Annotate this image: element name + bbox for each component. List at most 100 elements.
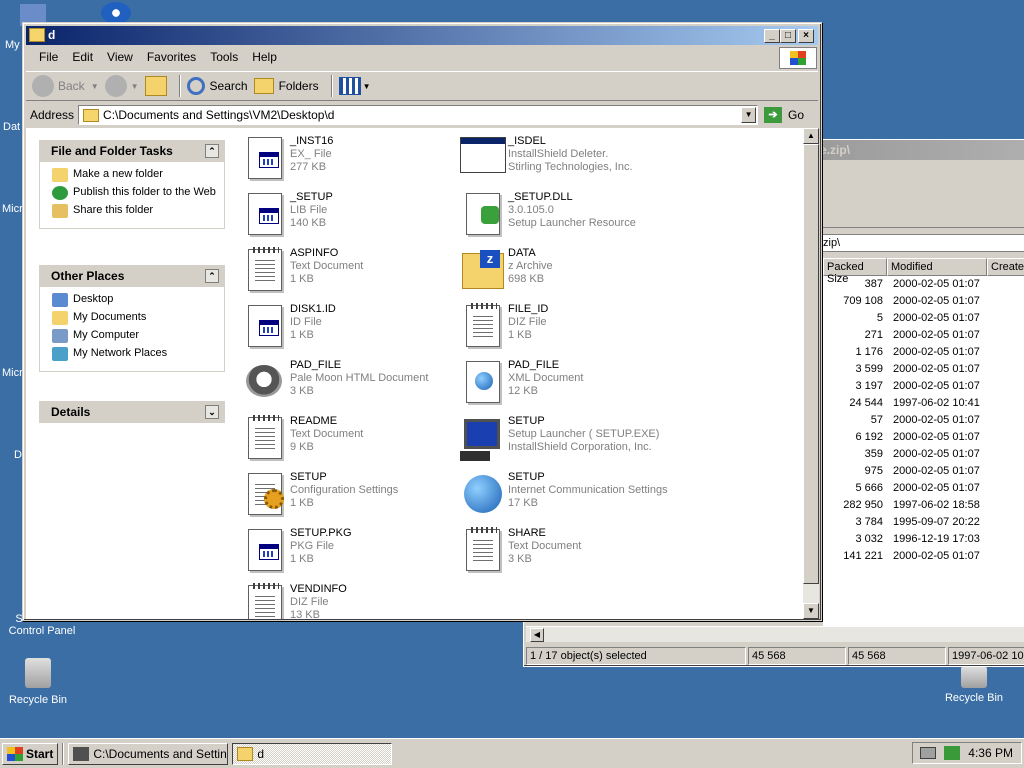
minimize-button[interactable]: _ [764, 29, 780, 43]
file-item[interactable]: README Text Document 9 KB [242, 415, 452, 469]
zip-table-row[interactable]: 3 032 1996-12-19 17:03 [823, 531, 1024, 548]
file-item[interactable]: DISK1.ID ID File 1 KB [242, 303, 452, 357]
desktop-edge-label-0[interactable]: My [5, 39, 20, 51]
modified-cell: 1997-06-02 18:58 [893, 499, 980, 511]
other-places-header[interactable]: Other Places ⌃ [39, 265, 225, 287]
views-dropdown-icon[interactable]: ▼ [363, 82, 371, 91]
expand-chevron-icon[interactable]: ⌄ [205, 405, 219, 419]
details-header[interactable]: Details ⌄ [39, 401, 225, 423]
file-folder-tasks-header[interactable]: File and Folder Tasks ⌃ [39, 140, 225, 162]
views-button[interactable]: ▼ [338, 77, 371, 95]
column-created[interactable]: Create [987, 258, 1024, 276]
keyboard-icon[interactable] [920, 747, 937, 759]
zip-table-row[interactable]: 271 2000-02-05 01:07 [823, 327, 1024, 344]
zip-table-row[interactable]: 282 950 1997-06-02 18:58 [823, 497, 1024, 514]
file-type: z Archive [508, 260, 553, 272]
file-type: Text Document [508, 540, 582, 552]
window-titlebar[interactable]: d _ □ × [26, 26, 818, 45]
zip-table-row[interactable]: 359 2000-02-05 01:07 [823, 446, 1024, 463]
file-item[interactable]: _SETUP LIB File 140 KB [242, 191, 452, 245]
go-button[interactable]: ➔ Go [764, 107, 804, 123]
column-modified[interactable]: Modified [887, 258, 987, 276]
zip-table-row[interactable]: 3 197 2000-02-05 01:07 [823, 378, 1024, 395]
maximize-button[interactable]: □ [780, 29, 796, 43]
taskbar-separator [62, 742, 65, 765]
file-item[interactable]: z DATA z Archive 698 KB [460, 247, 670, 301]
task-button-d[interactable]: d [232, 742, 393, 765]
zip-table-row[interactable]: 5 2000-02-05 01:07 [823, 310, 1024, 327]
vertical-scrollbar[interactable]: ▲ ▼ [803, 128, 819, 619]
zip-table-row[interactable]: 6 192 2000-02-05 01:07 [823, 429, 1024, 446]
file-item[interactable]: _INST16 EX_ File 277 KB [242, 135, 452, 189]
zip-address-field[interactable]: zip\ [820, 234, 1024, 252]
file-item[interactable]: SETUP Configuration Settings 1 KB [242, 471, 452, 525]
menu-favorites[interactable]: Favorites [140, 50, 203, 64]
file-item[interactable]: SETUP Setup Launcher ( SETUP.EXE) InstallS… [460, 415, 670, 469]
file-item[interactable]: SETUP Internet Communication Settings 17 K… [460, 471, 670, 525]
file-item[interactable]: PAD_FILE Pale Moon HTML Document 3 KB [242, 359, 452, 413]
scroll-down-arrow[interactable]: ▼ [803, 603, 819, 619]
task-share-folder[interactable]: Share this folder [52, 204, 224, 218]
menu-help[interactable]: Help [245, 50, 284, 64]
folder-content[interactable]: File and Folder Tasks ⌃ Make a new folde… [26, 128, 804, 619]
start-button[interactable]: Start [2, 742, 59, 765]
forward-button[interactable]: ▼ [104, 75, 139, 97]
menu-edit[interactable]: Edit [65, 50, 100, 64]
scroll-up-arrow[interactable]: ▲ [803, 128, 819, 144]
zip-table-row[interactable]: 3 784 1995-09-07 20:22 [823, 514, 1024, 531]
back-button[interactable]: Back ▼ [32, 75, 99, 97]
zip-table-row[interactable]: 3 599 2000-02-05 01:07 [823, 361, 1024, 378]
collapse-chevron-icon[interactable]: ⌃ [205, 269, 219, 283]
file-item[interactable]: _SETUP.DLL 3.0.105.0 Setup Launcher Resour… [460, 191, 670, 245]
zip-table-row[interactable]: 387 2000-02-05 01:07 [823, 276, 1024, 293]
packed-size-cell: 3 032 [855, 533, 883, 545]
explorer-window[interactable]: d _ □ × File Edit View Favorites Tools H… [22, 22, 822, 621]
desktop-edge-label-4[interactable]: D [14, 449, 22, 461]
file-item[interactable]: SETUP.PKG PKG File 1 KB [242, 527, 452, 581]
folders-button[interactable]: Folders [253, 78, 319, 94]
up-button[interactable] [144, 76, 167, 96]
file-item[interactable]: FILE_ID DIZ File 1 KB [460, 303, 670, 357]
zip-table-row[interactable]: 975 2000-02-05 01:07 [823, 463, 1024, 480]
zip-table-row[interactable]: 1 176 2000-02-05 01:07 [823, 344, 1024, 361]
place-desktop[interactable]: Desktop [52, 293, 224, 307]
recycle-bin-left[interactable]: Recycle Bin [3, 658, 73, 706]
zip-table-row[interactable]: 57 2000-02-05 01:07 [823, 412, 1024, 429]
zip-table-row[interactable]: 141 221 2000-02-05 01:07 [823, 548, 1024, 565]
menu-tools[interactable]: Tools [203, 50, 245, 64]
zip-table-row[interactable]: 5 666 2000-02-05 01:07 [823, 480, 1024, 497]
menu-file[interactable]: File [32, 50, 65, 64]
file-item[interactable]: PAD_FILE XML Document 12 KB [460, 359, 670, 413]
zip-file-list[interactable]: Packed Size Modified Create 387 2000-02-0… [823, 258, 1024, 628]
file-item[interactable]: _ISDEL InstallShield Deleter. Stirling Tec… [460, 135, 670, 189]
address-input[interactable]: C:\Documents and Settings\VM2\Desktop\d … [78, 105, 759, 125]
zip-table-row[interactable]: 709 108 2000-02-05 01:07 [823, 293, 1024, 310]
file-item[interactable]: SHARE Text Document 3 KB [460, 527, 670, 581]
clock[interactable]: 4:36 PM [968, 746, 1013, 760]
network-icon[interactable] [944, 746, 961, 760]
menu-view[interactable]: View [100, 50, 140, 64]
file-size: 12 KB [508, 385, 538, 397]
file-item[interactable]: ASPINFO Text Document 1 KB [242, 247, 452, 301]
place-my-documents[interactable]: My Documents [52, 311, 224, 325]
zip-horizontal-scrollbar[interactable]: ◀ [526, 626, 1024, 642]
search-button[interactable]: Search [186, 77, 248, 95]
media-player-icon[interactable] [101, 2, 131, 24]
place-my-computer[interactable]: My Computer [52, 329, 224, 343]
task-button-zip[interactable]: C:\Documents and Settin... [68, 742, 229, 765]
zip-table-row[interactable]: 24 544 1997-06-02 10:41 [823, 395, 1024, 412]
recycle-bin-right[interactable]: Recycle Bin [939, 666, 1009, 704]
desktop-edge-label-1[interactable]: Dat [3, 121, 20, 133]
scroll-thumb[interactable] [803, 144, 819, 584]
task-make-new-folder[interactable]: Make a new folder [52, 168, 224, 182]
column-packed-size[interactable]: Packed Size [823, 258, 887, 285]
place-my-network-places[interactable]: My Network Places [52, 347, 224, 361]
back-dropdown-icon[interactable]: ▼ [91, 82, 99, 91]
scroll-left-arrow[interactable]: ◀ [530, 628, 544, 642]
file-item[interactable]: VENDINFO DIZ File 13 KB [242, 583, 452, 619]
task-publish-web[interactable]: Publish this folder to the Web [52, 186, 224, 200]
close-button[interactable]: × [798, 29, 814, 43]
address-dropdown-button[interactable]: ▼ [741, 107, 757, 123]
forward-dropdown-icon[interactable]: ▼ [131, 82, 139, 91]
collapse-chevron-icon[interactable]: ⌃ [205, 144, 219, 158]
